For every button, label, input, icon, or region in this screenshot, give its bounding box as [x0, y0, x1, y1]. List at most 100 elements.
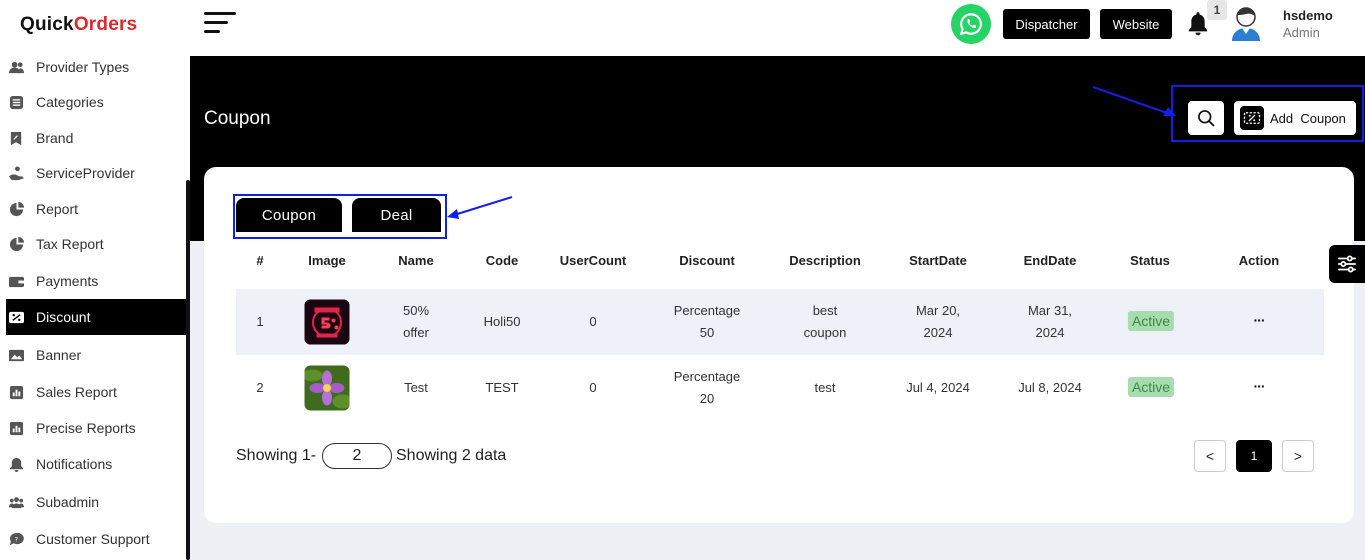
- coupon-image: [304, 365, 350, 411]
- next-page-button[interactable]: >: [1282, 440, 1314, 472]
- column-header: Action: [1238, 253, 1280, 268]
- sidebar-item-notifications[interactable]: Notifications: [6, 446, 186, 482]
- sidebar-item-label: Banner: [36, 347, 82, 363]
- chart-pie-icon: [8, 201, 24, 217]
- user-count: 0: [589, 314, 597, 329]
- sidebar-item-label: Customer Support: [36, 531, 150, 547]
- tab-deal[interactable]: Deal: [352, 198, 441, 232]
- more-actions-icon[interactable]: ···: [1254, 312, 1266, 328]
- user-role: Admin: [1283, 25, 1320, 40]
- chat-icon: ?: [8, 531, 24, 547]
- avatar[interactable]: [1230, 5, 1262, 41]
- sidebar-item-label: Provider Types: [36, 59, 130, 75]
- showing-summary: Showing 2 data: [396, 447, 507, 464]
- sidebar-item-label: Categories: [36, 94, 104, 110]
- discount-icon: [8, 309, 24, 325]
- logo-prefix: Quick: [20, 14, 74, 35]
- logo-suffix: Orders: [73, 14, 138, 35]
- status-badge: Active: [1127, 377, 1175, 397]
- sidebar-item-provider-types[interactable]: Provider Types: [6, 49, 186, 85]
- column-header: Image: [308, 253, 346, 268]
- description: test: [814, 380, 836, 395]
- showing-prefix: Showing 1-: [236, 447, 317, 464]
- row-number: 1: [256, 314, 264, 329]
- prev-page-button[interactable]: <: [1194, 440, 1226, 472]
- page-title: Coupon: [204, 108, 271, 129]
- page-button-current[interactable]: 1: [1236, 440, 1272, 472]
- website-button[interactable]: Website: [1100, 9, 1172, 39]
- sidebar-item-customer-support[interactable]: ? Customer Support: [6, 521, 186, 557]
- coupon-code: TEST: [485, 380, 519, 395]
- whatsapp-icon[interactable]: [951, 4, 991, 44]
- column-header: Name: [398, 253, 434, 268]
- end-date: Jul 8, 2024: [1018, 380, 1082, 395]
- sidebar-item-label: Sales Report: [36, 384, 117, 400]
- coupon-name: 50% offer: [402, 303, 430, 340]
- sidebar-item-precise-reports[interactable]: Precise Reports: [6, 410, 186, 446]
- dispatcher-button[interactable]: Dispatcher: [1003, 9, 1090, 39]
- wallet-icon: [8, 273, 24, 289]
- sidebar-item-label: Precise Reports: [36, 420, 136, 436]
- sidebar: QuickOrders Provider Types Categories Bran…: [0, 0, 190, 560]
- image-icon: [8, 347, 24, 363]
- discount: Percentage 50: [673, 303, 741, 340]
- search-button[interactable]: [1188, 101, 1224, 135]
- sidebar-item-discount[interactable]: Discount: [6, 299, 186, 335]
- column-header: UserCount: [559, 253, 627, 268]
- sidebar-item-payments[interactable]: Payments: [6, 263, 186, 299]
- sidebar-item-sales-report[interactable]: Sales Report: [6, 374, 186, 410]
- user-name[interactable]: hsdemo: [1283, 8, 1333, 23]
- column-header: EndDate: [1023, 253, 1077, 268]
- report-icon: [8, 420, 24, 436]
- column-header: StartDate: [909, 253, 967, 268]
- row-number: 2: [256, 380, 264, 395]
- column-header: Code: [485, 253, 519, 268]
- sidebar-item-label: Brand: [36, 130, 74, 146]
- tab-coupon[interactable]: Coupon: [236, 198, 342, 232]
- sidebar-item-report[interactable]: Report: [6, 191, 186, 227]
- sidebar-item-label: Tax Report: [36, 236, 104, 252]
- sidebar-item-banner[interactable]: Banner: [6, 337, 186, 373]
- tag-icon: [8, 130, 24, 146]
- more-actions-icon[interactable]: ···: [1254, 378, 1266, 394]
- sidebar-item-categories[interactable]: Categories: [6, 84, 186, 120]
- search-icon: [1198, 110, 1215, 127]
- sidebar-item-label: Discount: [36, 309, 91, 325]
- coupon-image: [304, 299, 350, 345]
- filter-settings-button[interactable]: [1329, 245, 1365, 283]
- annotation-arrow-top: [1092, 86, 1176, 116]
- svg-text:?: ?: [14, 535, 18, 543]
- user-count: 0: [589, 380, 597, 395]
- sidebar-item-label: ServiceProvider: [36, 165, 135, 181]
- add-coupon-label: Add Coupon: [1270, 110, 1346, 126]
- logo[interactable]: QuickOrders: [20, 14, 137, 40]
- sidebar-item-subadmin[interactable]: Subadmin: [6, 484, 186, 520]
- bell-icon: [8, 456, 24, 472]
- column-header: Discount: [679, 253, 735, 268]
- sidebar-item-serviceprovider[interactable]: ServiceProvider: [6, 155, 186, 191]
- start-date: Jul 4, 2024: [906, 380, 970, 395]
- column-header: #: [256, 253, 264, 268]
- sliders-icon: [1337, 255, 1357, 273]
- ticket-icon: [1240, 106, 1264, 130]
- report-icon: [8, 384, 24, 400]
- coupon-name: Test: [404, 380, 428, 395]
- sidebar-item-brand[interactable]: Brand: [6, 120, 186, 156]
- start-date: Mar 20, 2024: [915, 303, 961, 340]
- list-icon: [8, 94, 24, 110]
- end-date: Mar 31, 2024: [1027, 303, 1073, 340]
- sidebar-item-tax-report[interactable]: Tax Report: [6, 226, 186, 262]
- column-header: Description: [789, 253, 861, 268]
- menu-toggle-icon[interactable]: [204, 12, 236, 34]
- description: best coupon: [803, 303, 847, 340]
- hand-icon: [8, 165, 24, 181]
- chart-pie-icon: [8, 236, 24, 252]
- sidebar-item-label: Payments: [36, 273, 99, 289]
- status-badge: Active: [1127, 311, 1175, 331]
- per-page-input[interactable]: 2: [322, 443, 392, 469]
- coupon-code: Holi50: [483, 314, 521, 329]
- add-coupon-button[interactable]: Add Coupon: [1234, 101, 1356, 135]
- top-header: Dispatcher Website 1 hsdemo Admin: [190, 0, 1365, 56]
- sidebar-item-label: Notifications: [36, 456, 113, 472]
- annotation-arrow-tabs: [447, 196, 513, 219]
